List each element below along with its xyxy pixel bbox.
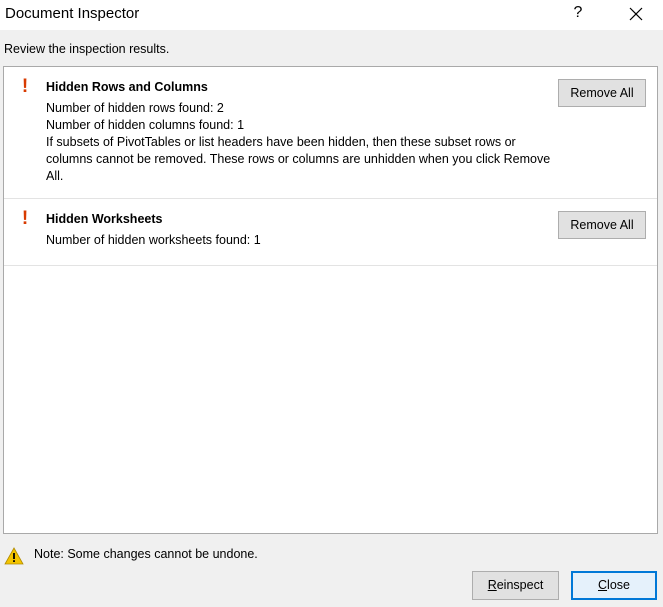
- result-item-hidden-worksheets: ! Hidden Worksheets Number of hidden wor…: [4, 199, 657, 266]
- window-title: Document Inspector: [5, 5, 140, 22]
- close-icon: [629, 7, 643, 21]
- result-detail-line: Number of hidden worksheets found: 1: [46, 233, 261, 247]
- result-item-hidden-rows-columns: ! Hidden Rows and Columns Number of hidd…: [4, 67, 657, 199]
- instruction-text: Review the inspection results.: [4, 42, 170, 56]
- close-label: lose: [607, 578, 630, 592]
- window-close-button[interactable]: [617, 0, 655, 28]
- warning-triangle-icon: [4, 547, 24, 570]
- result-title: Hidden Rows and Columns: [46, 80, 208, 94]
- note-text: Note: Some changes cannot be undone.: [34, 547, 258, 561]
- result-title: Hidden Worksheets: [46, 212, 163, 226]
- close-button[interactable]: Close: [571, 571, 657, 600]
- reinspect-button[interactable]: Reinspect: [472, 571, 559, 600]
- remove-all-button-rows-columns[interactable]: Remove All: [558, 79, 646, 107]
- help-button[interactable]: ?: [560, 0, 596, 28]
- result-detail-line: Number of hidden columns found: 1: [46, 118, 245, 132]
- results-list: ! Hidden Rows and Columns Number of hidd…: [3, 66, 658, 534]
- exclamation-icon: !: [21, 208, 29, 229]
- result-details: Number of hidden worksheets found: 1: [46, 232, 556, 249]
- result-detail-line: If subsets of PivotTables or list header…: [46, 135, 551, 183]
- document-inspector-dialog: Document Inspector ? Review the inspecti…: [0, 0, 663, 607]
- result-details: Number of hidden rows found: 2 Number of…: [46, 100, 556, 185]
- close-accelerator: C: [598, 578, 608, 592]
- result-detail-line: Number of hidden rows found: 2: [46, 101, 224, 115]
- remove-all-button-worksheets[interactable]: Remove All: [558, 211, 646, 239]
- reinspect-label: einspect: [496, 578, 544, 592]
- exclamation-icon: !: [21, 76, 29, 97]
- reinspect-accelerator: R: [487, 578, 497, 592]
- title-bar: Document Inspector ?: [0, 0, 663, 30]
